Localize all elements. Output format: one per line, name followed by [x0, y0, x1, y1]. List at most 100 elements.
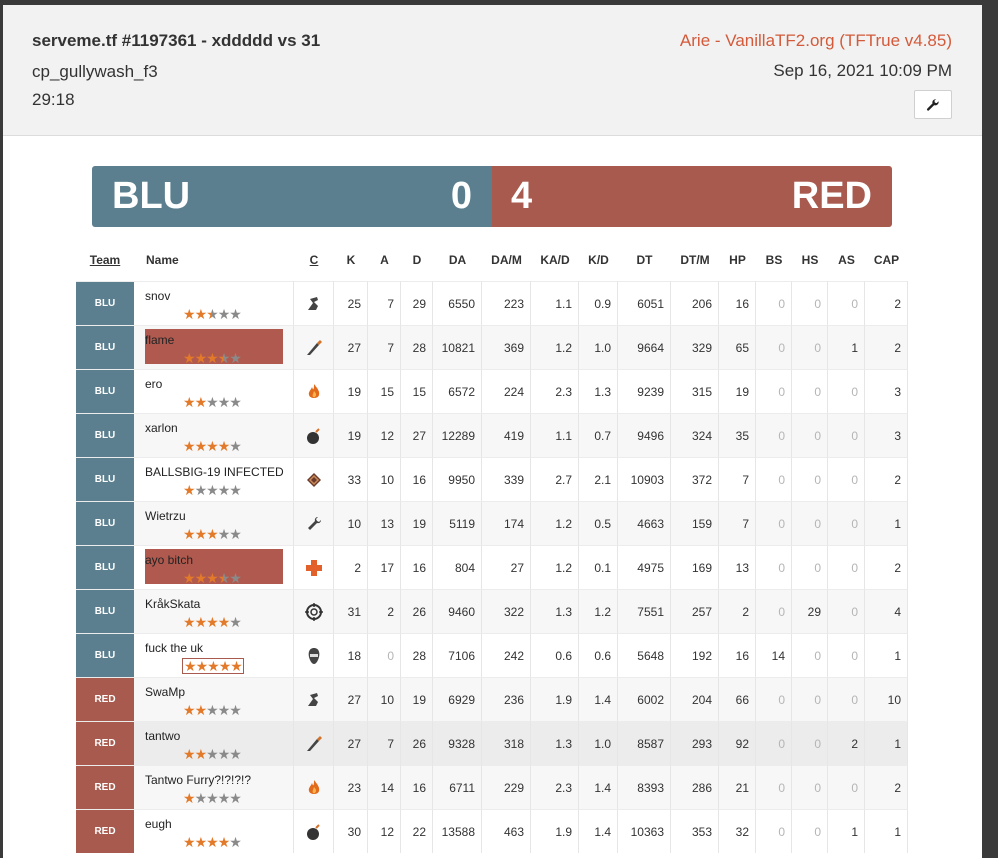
player-name-cell[interactable]: Tantwo Furry?!?!?!? ★★★★★ [134, 765, 294, 809]
player-name-cell[interactable]: snov ★★★★★ [134, 281, 294, 325]
table-row[interactable]: RED Tantwo Furry?!?!?!? ★★★★★ 23 14 16 6711 229… [76, 765, 908, 809]
stat-hp: 7 [719, 501, 756, 545]
player-name[interactable]: Tantwo Furry?!?!?!? [145, 773, 251, 787]
stat-k: 25 [334, 281, 368, 325]
server-name[interactable]: Arie - VanillaTF2.org (TFTrue v4.85) [680, 31, 952, 51]
stat-hs: 0 [792, 633, 828, 677]
stat-da: 6929 [433, 677, 482, 721]
column-header-kd[interactable]: K/D [579, 244, 618, 276]
table-row[interactable]: BLU BALLSBIG-19 INFECTED ★★★★★ 33 10 16 9950 33… [76, 457, 908, 501]
table-row[interactable]: BLU snov ★★★★★ 25 7 29 6550 223 1.1 0.9 6051 206 16 0… [76, 281, 908, 325]
stat-da: 804 [433, 545, 482, 589]
log-title: serveme.tf #1197361 - xddddd vs 31 [32, 31, 321, 50]
table-row[interactable]: BLU Wietrzu ★★★★★ 10 13 19 5119 174 1.2 0.5 4663 15… [76, 501, 908, 545]
stat-as: 1 [828, 325, 865, 369]
stat-kd: 0.9 [579, 281, 618, 325]
team-badge: BLU [76, 589, 134, 633]
stat-da: 9950 [433, 457, 482, 501]
stat-bs: 0 [756, 765, 792, 809]
player-name[interactable]: ero [145, 377, 162, 391]
column-header-cap[interactable]: CAP [865, 244, 908, 276]
stat-bs: 0 [756, 677, 792, 721]
class-cell [294, 369, 334, 413]
table-row[interactable]: BLU ayo bitch ★★★★★ 2 17 16 804 27 1.2 0.1 4975 169… [76, 545, 908, 589]
table-row[interactable]: BLU fuck the uk ★★★★★ 18 0 28 7106 242 0.6 0.6 564… [76, 633, 908, 677]
table-row[interactable]: BLU ero ★★★★★ 19 15 15 6572 224 2.3 1.3 9239 315 19 0… [76, 369, 908, 413]
column-header-hs[interactable]: HS [792, 244, 828, 276]
player-name-cell[interactable]: KråkSkata ★★★★★ [134, 589, 294, 633]
player-name-cell[interactable]: ayo bitch ★★★★★ [134, 545, 294, 589]
player-name[interactable]: xarlon [145, 421, 178, 435]
stat-k: 31 [334, 589, 368, 633]
player-name-cell[interactable]: tantwo ★★★★★ [134, 721, 294, 765]
stat-d: 16 [401, 457, 433, 501]
column-header-team[interactable]: Team [76, 244, 134, 276]
stat-as: 0 [828, 545, 865, 589]
stat-hp: 35 [719, 413, 756, 457]
stat-a: 2 [368, 589, 401, 633]
column-header-dam[interactable]: DA/M [482, 244, 531, 276]
stat-kad: 2.3 [531, 765, 579, 809]
column-header-k[interactable]: K [334, 244, 368, 276]
stat-as: 0 [828, 457, 865, 501]
column-header-hp[interactable]: HP [719, 244, 756, 276]
class-cell [294, 501, 334, 545]
column-header-c[interactable]: C [294, 244, 334, 276]
skill-rating-stars: ★★★★★ [183, 702, 242, 718]
player-name[interactable]: BALLSBIG-19 INFECTED [145, 465, 284, 479]
player-name[interactable]: ayo bitch [145, 553, 193, 567]
player-name-cell[interactable]: xarlon ★★★★★ [134, 413, 294, 457]
player-name-cell[interactable]: flame ★★★★★ [134, 325, 294, 369]
stat-cap: 1 [865, 501, 908, 545]
column-header-name[interactable]: Name [134, 244, 294, 276]
player-name[interactable]: flame [145, 333, 174, 347]
column-header-as[interactable]: AS [828, 244, 865, 276]
table-row[interactable]: RED eugh ★★★★★ 30 12 22 13588 463 1.9 1.4 10363 353… [76, 809, 908, 853]
stat-hp: 13 [719, 545, 756, 589]
player-name-cell[interactable]: Wietrzu ★★★★★ [134, 501, 294, 545]
stat-d: 28 [401, 633, 433, 677]
tools-button[interactable] [914, 90, 952, 119]
table-row[interactable]: RED SwaMp ★★★★★ 27 10 19 6929 236 1.9 1.4 6002 204 6… [76, 677, 908, 721]
column-header-d[interactable]: D [401, 244, 433, 276]
player-name-cell[interactable]: BALLSBIG-19 INFECTED ★★★★★ [134, 457, 294, 501]
class-cell [294, 413, 334, 457]
stat-k: 27 [334, 677, 368, 721]
player-name[interactable]: fuck the uk [145, 641, 203, 655]
stat-a: 14 [368, 765, 401, 809]
player-name-cell[interactable]: SwaMp ★★★★★ [134, 677, 294, 721]
stat-kd: 1.0 [579, 325, 618, 369]
stat-hs: 0 [792, 545, 828, 589]
column-header-bs[interactable]: BS [756, 244, 792, 276]
player-name-cell[interactable]: eugh ★★★★★ [134, 809, 294, 853]
player-name[interactable]: snov [145, 289, 170, 303]
player-name[interactable]: SwaMp [145, 685, 185, 699]
class-cell [294, 809, 334, 853]
class-cell [294, 721, 334, 765]
player-name[interactable]: Wietrzu [145, 509, 186, 523]
table-row[interactable]: RED tantwo ★★★★★ 27 7 26 9328 318 1.3 1.0 8587 293 9… [76, 721, 908, 765]
table-row[interactable]: BLU flame ★★★★★ 27 7 28 10821 369 1.2 1.0 9664 329 6… [76, 325, 908, 369]
stat-bs: 0 [756, 281, 792, 325]
stat-dtm: 353 [671, 809, 719, 853]
table-row[interactable]: BLU xarlon ★★★★★ 19 12 27 12289 419 1.1 0.7 9496 32… [76, 413, 908, 457]
player-name-cell[interactable]: fuck the uk ★★★★★ [134, 633, 294, 677]
column-header-dtm[interactable]: DT/M [671, 244, 719, 276]
stat-k: 10 [334, 501, 368, 545]
player-name[interactable]: tantwo [145, 729, 180, 743]
stat-a: 0 [368, 633, 401, 677]
column-header-kad[interactable]: KA/D [531, 244, 579, 276]
log-header: serveme.tf #1197361 - xddddd vs 31 cp_gu… [3, 5, 982, 136]
player-name[interactable]: eugh [145, 817, 172, 831]
column-header-da[interactable]: DA [433, 244, 482, 276]
column-header-a[interactable]: A [368, 244, 401, 276]
player-name-cell[interactable]: ero ★★★★★ [134, 369, 294, 413]
red-score: 4 [511, 175, 533, 217]
column-header-dt[interactable]: DT [618, 244, 671, 276]
skill-rating-stars: ★★★★★ [182, 658, 244, 674]
player-name[interactable]: KråkSkata [145, 597, 200, 611]
stat-cap: 4 [865, 589, 908, 633]
stat-d: 15 [401, 369, 433, 413]
table-row[interactable]: BLU KråkSkata ★★★★★ 31 2 26 9460 322 1.3 1.2 7551 2… [76, 589, 908, 633]
class-cell [294, 633, 334, 677]
